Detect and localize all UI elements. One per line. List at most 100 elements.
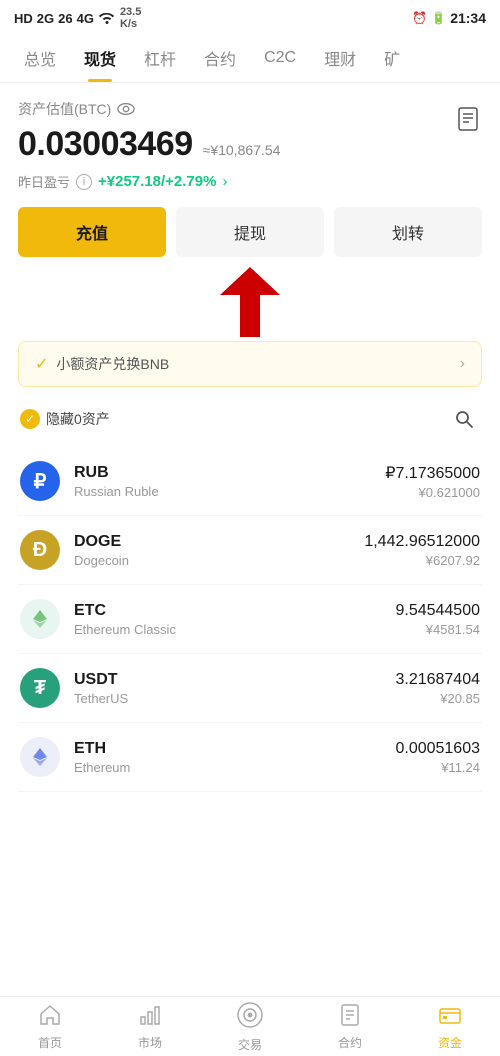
coin-info-etc: ETC Ethereum Classic	[74, 602, 395, 637]
coin-symbol-rub: RUB	[74, 464, 385, 482]
action-buttons: 充值 提现 划转	[18, 207, 482, 257]
coin-symbol-etc: ETC	[74, 602, 395, 620]
bnb-banner-left: ✓ 小额资产兑换BNB	[35, 354, 169, 374]
coin-symbol-doge: DOGE	[74, 533, 364, 551]
pnl-label: 昨日盈亏	[18, 172, 70, 191]
status-2g: 2G	[37, 11, 54, 26]
alarm-icon: ⏰	[412, 11, 427, 25]
status-right: ⏰ 🔋 21:34	[412, 10, 486, 26]
coin-amounts-etc: 9.54544500 ¥4581.54	[395, 602, 480, 637]
nav-item-leverage[interactable]: 杠杆	[130, 34, 190, 82]
pnl-info-icon[interactable]: i	[76, 174, 92, 190]
bottom-nav-trade[interactable]: 交易	[200, 997, 300, 1056]
coin-item-rub[interactable]: ₽ RUB Russian Ruble ₽7.17365000 ¥0.62100…	[18, 447, 482, 516]
coin-cny-eth: ¥11.24	[395, 760, 480, 775]
coin-amount-doge: 1,442.96512000	[364, 533, 480, 551]
up-arrow-icon	[220, 267, 280, 337]
coin-icon-eth	[20, 737, 60, 777]
home-icon	[38, 1003, 62, 1031]
coin-amount-usdt: 3.21687404	[395, 671, 480, 689]
coin-item-etc[interactable]: ETC Ethereum Classic 9.54544500 ¥4581.54	[18, 585, 482, 654]
pnl-chevron-icon[interactable]: ›	[222, 173, 227, 190]
market-icon	[138, 1003, 162, 1031]
contract-icon	[338, 1003, 362, 1031]
coin-amounts-usdt: 3.21687404 ¥20.85	[395, 671, 480, 706]
status-left: HD 2G 26 4G 23.5K/s	[14, 6, 141, 30]
funds-icon	[438, 1003, 462, 1031]
nav-item-finance[interactable]: 理财	[310, 34, 370, 82]
search-button[interactable]	[448, 403, 480, 435]
coin-cny-doge: ¥6207.92	[364, 553, 480, 568]
withdraw-button[interactable]: 提现	[176, 207, 324, 257]
nav-item-contract[interactable]: 合约	[190, 34, 250, 82]
status-time: 21:34	[450, 10, 486, 26]
bottom-nav-funds[interactable]: 资金	[400, 997, 500, 1056]
coin-item-doge[interactable]: Ð DOGE Dogecoin 1,442.96512000 ¥6207.92	[18, 516, 482, 585]
transfer-button[interactable]: 划转	[334, 207, 482, 257]
nav-item-spot[interactable]: 现货	[70, 34, 130, 82]
coin-item-eth[interactable]: ETH Ethereum 0.00051603 ¥11.24	[18, 723, 482, 792]
coin-amount-etc: 9.54544500	[395, 602, 480, 620]
bottom-nav-contract-label: 合约	[338, 1034, 362, 1051]
coin-amount-rub: ₽7.17365000	[385, 463, 480, 483]
coin-info-eth: ETH Ethereum	[74, 740, 395, 775]
coin-list: ₽ RUB Russian Ruble ₽7.17365000 ¥0.62100…	[18, 447, 482, 792]
status-bar: HD 2G 26 4G 23.5K/s ⏰ 🔋 21:34	[0, 0, 500, 34]
trade-icon	[236, 1001, 264, 1033]
wifi-icon	[98, 10, 116, 27]
filter-row: ✓ 隐藏0资产	[18, 403, 482, 435]
bottom-nav-home-label: 首页	[38, 1034, 62, 1051]
coin-name-doge: Dogecoin	[74, 553, 364, 568]
coin-info-doge: DOGE Dogecoin	[74, 533, 364, 568]
asset-btc-value: 0.03003469	[18, 125, 193, 164]
coin-info-usdt: USDT TetherUS	[74, 671, 395, 706]
bnb-banner-text: 小额资产兑换BNB	[56, 354, 169, 374]
filter-left[interactable]: ✓ 隐藏0资产	[20, 409, 110, 429]
status-signal: 26	[58, 11, 72, 26]
coin-icon-rub: ₽	[20, 461, 60, 501]
bottom-nav-contract[interactable]: 合约	[300, 997, 400, 1056]
asset-label: 资产估值(BTC)	[18, 99, 280, 119]
deposit-button[interactable]: 充值	[18, 207, 166, 257]
coin-symbol-eth: ETH	[74, 740, 395, 758]
asset-valuation-section: 资产估值(BTC) 0.03003469 ≈¥10,867.54	[18, 99, 280, 164]
coin-cny-rub: ¥0.621000	[385, 485, 480, 500]
coin-item-usdt[interactable]: ₮ USDT TetherUS 3.21687404 ¥20.85	[18, 654, 482, 723]
asset-btc-row: 0.03003469 ≈¥10,867.54	[18, 125, 280, 164]
status-4g: 4G	[77, 11, 94, 26]
coin-amounts-doge: 1,442.96512000 ¥6207.92	[364, 533, 480, 568]
eye-icon[interactable]	[117, 103, 135, 115]
bnb-banner[interactable]: ✓ 小额资产兑换BNB ›	[18, 341, 482, 387]
spacer	[18, 792, 482, 862]
arrow-annotation	[18, 267, 482, 337]
bottom-nav-trade-label: 交易	[238, 1036, 262, 1053]
asset-header: 资产估值(BTC) 0.03003469 ≈¥10,867.54	[18, 99, 482, 164]
coin-symbol-usdt: USDT	[74, 671, 395, 689]
search-icon	[454, 409, 474, 429]
bottom-nav-funds-label: 资金	[438, 1034, 462, 1051]
coin-icon-doge: Ð	[20, 530, 60, 570]
coin-cny-usdt: ¥20.85	[395, 691, 480, 706]
coin-icon-etc	[20, 599, 60, 639]
receipt-icon[interactable]	[454, 105, 482, 133]
coin-name-etc: Ethereum Classic	[74, 622, 395, 637]
filter-check-icon: ✓	[20, 409, 40, 429]
nav-item-c2c[interactable]: C2C	[250, 37, 310, 79]
battery-icon: 🔋	[431, 11, 446, 25]
nav-item-mining[interactable]: 矿	[370, 34, 414, 82]
coin-cny-etc: ¥4581.54	[395, 622, 480, 637]
bottom-nav-market[interactable]: 市场	[100, 997, 200, 1056]
coin-name-eth: Ethereum	[74, 760, 395, 775]
pnl-value: +¥257.18/+2.79%	[98, 173, 216, 190]
status-speed: 23.5K/s	[120, 6, 141, 30]
coin-icon-usdt: ₮	[20, 668, 60, 708]
coin-name-rub: Russian Ruble	[74, 484, 385, 499]
asset-cny-value: ≈¥10,867.54	[203, 142, 281, 158]
bottom-nav-home[interactable]: 首页	[0, 997, 100, 1056]
nav-item-overview[interactable]: 总览	[10, 34, 70, 82]
coin-amounts-rub: ₽7.17365000 ¥0.621000	[385, 463, 480, 500]
coin-amounts-eth: 0.00051603 ¥11.24	[395, 740, 480, 775]
coin-info-rub: RUB Russian Ruble	[74, 464, 385, 499]
status-hd: HD	[14, 11, 33, 26]
coin-amount-eth: 0.00051603	[395, 740, 480, 758]
